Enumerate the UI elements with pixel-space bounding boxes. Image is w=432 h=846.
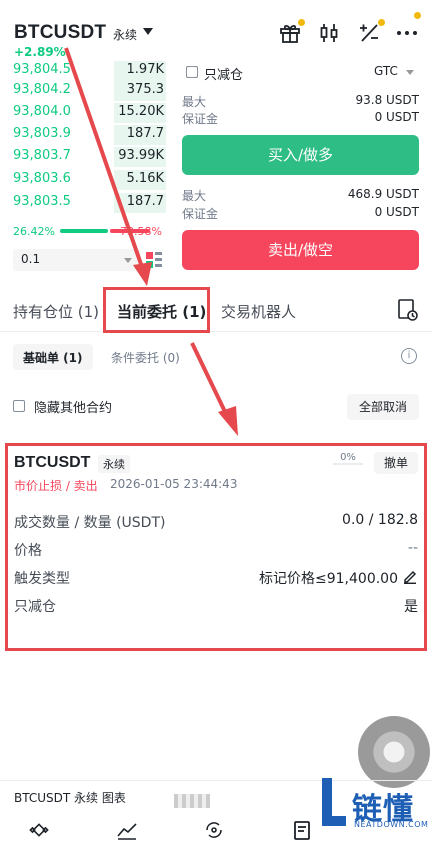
blurred-content [174, 794, 210, 808]
more-badge [414, 12, 421, 19]
floating-action-button[interactable] [358, 716, 430, 788]
buy-max-value: 93.8 USDT [355, 93, 419, 107]
watermark-logo-domain: NEATDOWN.COM [354, 820, 429, 829]
more-icon[interactable] [395, 21, 419, 45]
arrow-line-2 [190, 342, 230, 419]
bid-price: 93,803.5 [13, 194, 71, 209]
bid-qty: 187.7 [126, 194, 164, 209]
chart-bar-label: BTCUSDT 永续 图表 [14, 791, 126, 805]
price-change: +2.89% [14, 45, 66, 59]
order-book-row[interactable]: 93,804.5 1.97K [0, 60, 170, 82]
order-book-row[interactable]: 93,804.2 375.3 [0, 80, 170, 102]
bid-price: 93,804.0 [13, 104, 71, 119]
pair-dropdown-icon[interactable] [143, 28, 153, 35]
bid-price: 93,804.2 [13, 82, 71, 97]
watermark-logo-mark [318, 776, 348, 828]
depth-select[interactable]: 0.1 [13, 249, 141, 271]
buy-long-button[interactable]: 买入/做多 [182, 135, 419, 175]
order-book-row[interactable]: 93,803.5 187.7 [0, 192, 170, 214]
candlestick-icon[interactable] [317, 21, 341, 45]
order-book-row[interactable]: 93,804.0 15.20K [0, 102, 170, 124]
home-icon[interactable] [28, 820, 50, 840]
buy-margin-label: 保证金 [182, 112, 219, 126]
bid-price: 93,803.6 [13, 171, 71, 186]
gift-badge [298, 19, 305, 26]
highlight-box-open-orders-tab [103, 287, 210, 333]
sell-max-value: 468.9 USDT [347, 187, 419, 201]
buy-margin-value: 0 USDT [374, 110, 419, 124]
order-tabs: 持有仓位 (1) 当前委托 (1) 交易机器人 [0, 292, 432, 332]
trade-icon[interactable] [203, 820, 225, 840]
bid-price: 93,804.5 [13, 62, 71, 77]
sell-margin-label: 保证金 [182, 207, 219, 221]
sell-ratio: 73.58% [120, 225, 162, 238]
bid-price: 93,803.9 [13, 126, 71, 141]
order-book-row[interactable]: 93,803.9 187.7 [0, 124, 170, 146]
hide-other-contracts-label: 隐藏其他合约 [34, 401, 113, 416]
hide-other-contracts-checkbox[interactable] [13, 400, 25, 412]
bid-qty: 5.16K [126, 171, 164, 186]
chevron-down-icon [124, 258, 132, 263]
bid-qty: 375.3 [126, 82, 164, 97]
tif-select[interactable]: GTC [374, 64, 398, 78]
pair-title[interactable]: BTCUSDT [14, 22, 106, 44]
cancel-all-button[interactable]: 全部取消 [347, 394, 419, 420]
chevron-down-icon [406, 70, 414, 75]
order-book-row[interactable]: 93,803.6 5.16K [0, 169, 170, 191]
reduce-only-label: 只减仓 [204, 68, 244, 83]
markets-icon[interactable] [116, 820, 138, 840]
subtab-conditional-orders[interactable]: 条件委托 (0) [101, 344, 190, 370]
bid-qty: 1.97K [126, 62, 164, 77]
buy-max-label: 最大 [182, 95, 207, 109]
sell-max-label: 最大 [182, 189, 207, 203]
arrow-head-2 [218, 406, 238, 436]
sell-margin-value: 0 USDT [374, 205, 419, 219]
header: BTCUSDT 永续 +2.89% [0, 0, 432, 64]
buy-ratio-bar [60, 229, 108, 233]
bid-qty: 187.7 [126, 126, 164, 141]
contract-type-label: 永续 [113, 28, 138, 42]
order-book-layout-icon[interactable] [146, 251, 162, 269]
tab-trading-bots[interactable]: 交易机器人 [221, 301, 296, 322]
calculator-badge [378, 19, 385, 26]
calculator-icon[interactable] [357, 21, 381, 45]
tab-positions[interactable]: 持有仓位 (1) [13, 301, 99, 322]
bid-price: 93,803.7 [13, 148, 71, 163]
buy-ratio: 26.42% [13, 225, 55, 238]
order-book-row[interactable]: 93,803.7 93.99K [0, 146, 170, 168]
subtab-basic-orders[interactable]: 基础单 (1) [13, 344, 93, 370]
sell-short-button[interactable]: 卖出/做空 [182, 230, 419, 270]
highlight-box-order-card [5, 443, 427, 651]
bid-qty: 15.20K [118, 104, 164, 119]
bid-qty: 93.99K [118, 148, 164, 163]
futures-icon[interactable] [292, 820, 314, 840]
info-icon[interactable]: i [401, 348, 417, 364]
reduce-only-checkbox[interactable] [186, 66, 198, 78]
order-history-icon[interactable] [398, 299, 418, 321]
